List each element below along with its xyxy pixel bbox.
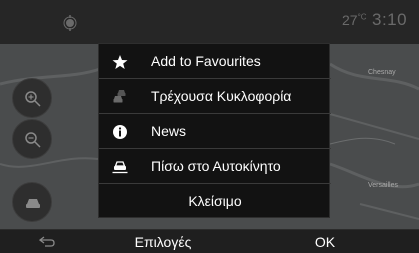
car-icon [112, 159, 128, 175]
menu-item-traffic[interactable]: Τρέχουσα Κυκλοφορία [99, 79, 331, 114]
close-label: Κλείσιμο [188, 193, 242, 209]
car-icon [26, 199, 40, 208]
menu-item-label: Πίσω στο Αυτοκίνητο [151, 158, 281, 174]
menu-item-news[interactable]: News [99, 114, 331, 149]
map-label-chesnay: Chesnay [368, 69, 396, 76]
zoom-out-button[interactable] [12, 119, 52, 159]
ok-button[interactable]: OK [300, 230, 350, 253]
map-label-versailles: Versailles [368, 182, 398, 189]
zoom-out-icon [25, 132, 41, 148]
temperature-readout: 27°C [342, 12, 367, 28]
options-button[interactable]: Επιλογές [108, 230, 218, 253]
navigation-screen: 27°C 3:10 Chesnay Versailles Add to Favo… [0, 0, 419, 253]
gps-location-icon [62, 15, 78, 31]
close-menu-button[interactable]: Κλείσιμο [99, 185, 331, 218]
zoom-in-button[interactable] [12, 78, 52, 118]
menu-item-add-to-favourites[interactable]: Add to Favourites [99, 44, 331, 79]
info-icon [112, 124, 128, 140]
status-bar: 27°C 3:10 [0, 0, 419, 44]
temperature-value: 27 [342, 12, 358, 28]
bottom-bar: Επιλογές OK [0, 229, 419, 253]
car-position-button[interactable] [12, 182, 52, 222]
traffic-icon [112, 89, 128, 105]
menu-item-label: Τρέχουσα Κυκλοφορία [151, 88, 292, 104]
back-arrow-icon [39, 236, 55, 247]
star-icon [112, 54, 128, 70]
menu-item-label: Add to Favourites [151, 53, 261, 69]
back-button[interactable] [26, 233, 70, 251]
menu-item-back-to-car[interactable]: Πίσω στο Αυτοκίνητο [99, 149, 331, 184]
temperature-unit: °C [357, 12, 367, 22]
clock: 3:10 [372, 10, 408, 29]
menu-item-label: News [151, 123, 187, 139]
options-menu: Add to Favourites Τρέχουσα Κυκλοφορία Ne… [98, 43, 331, 218]
zoom-in-icon [25, 91, 41, 107]
